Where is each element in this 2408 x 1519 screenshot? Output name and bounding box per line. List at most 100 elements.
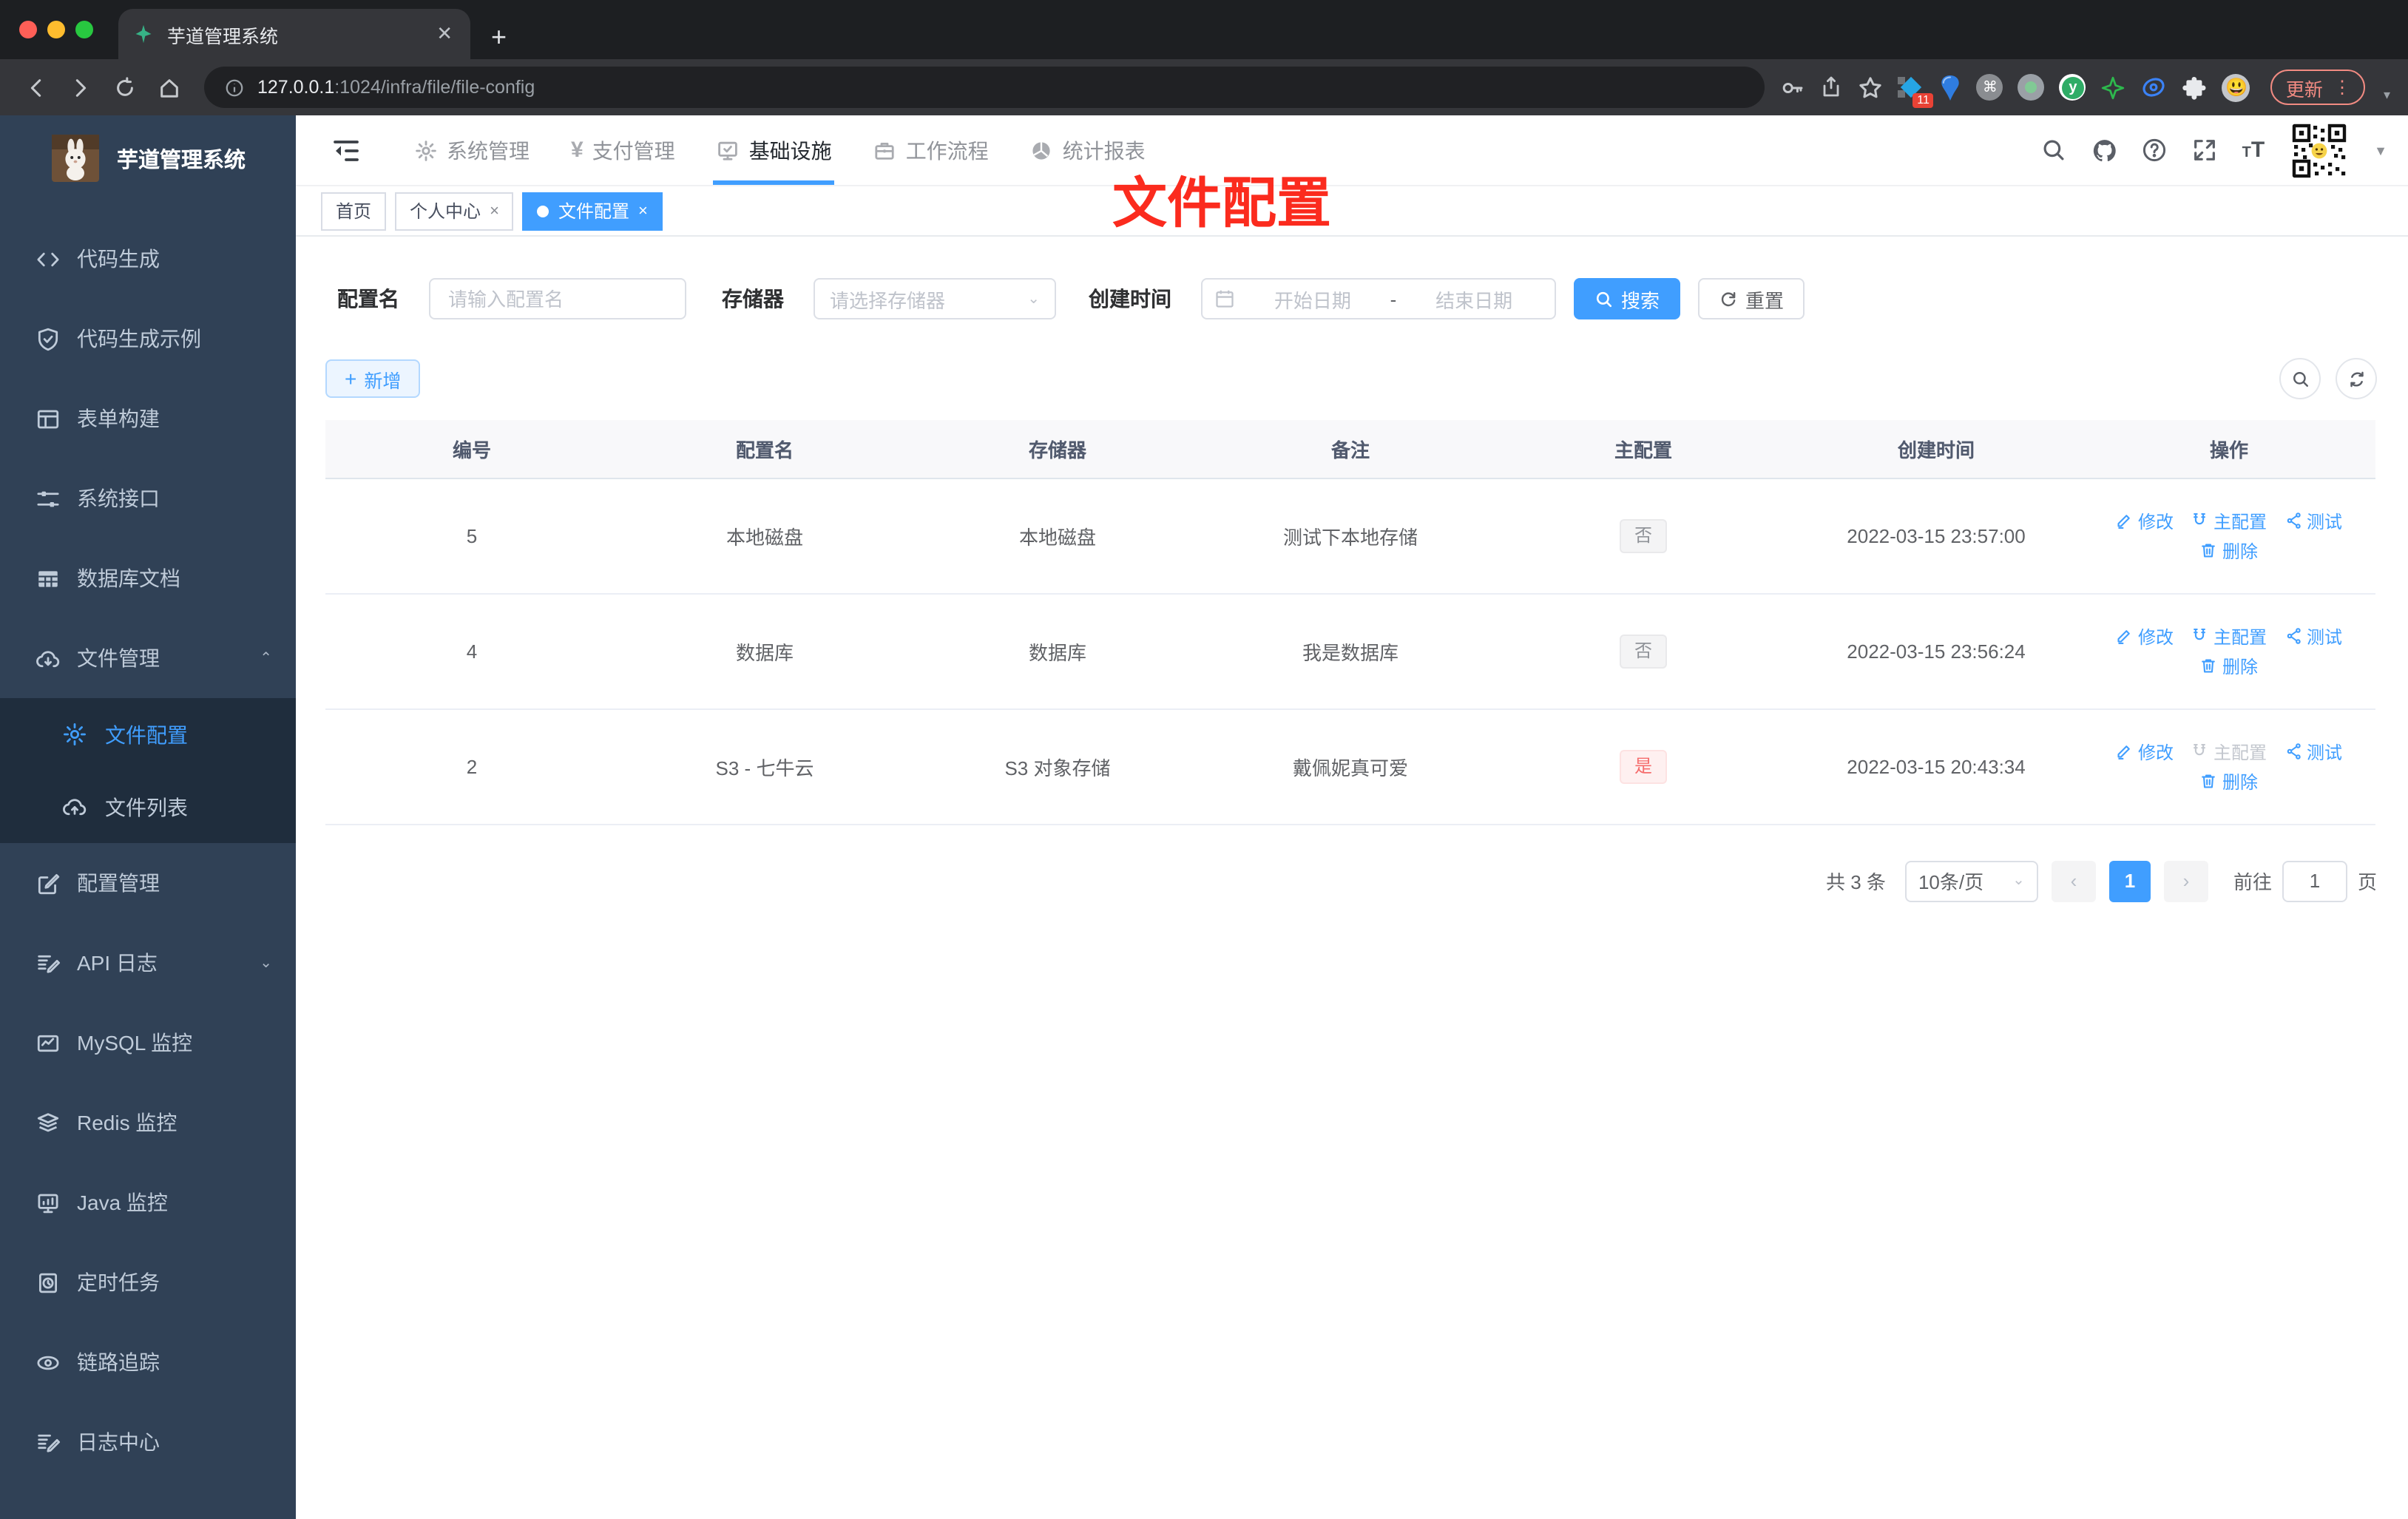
master-link[interactable]: 主配置 xyxy=(2191,623,2267,649)
close-icon[interactable]: × xyxy=(490,202,499,220)
refresh-icon xyxy=(1719,289,1738,308)
site-info-icon[interactable] xyxy=(225,78,244,97)
sidebar-item-code-gen-demo[interactable]: 代码生成示例 xyxy=(0,299,296,379)
sidebar-item-system-api[interactable]: 系统接口 xyxy=(0,459,296,538)
reload-icon[interactable] xyxy=(104,76,145,98)
name-filter-input[interactable] xyxy=(445,286,670,311)
topnav-pay[interactable]: ¥ 支付管理 xyxy=(568,115,678,186)
delete-link[interactable]: 删除 xyxy=(2200,768,2258,794)
traffic-close-button[interactable] xyxy=(19,21,37,38)
puzzle-icon[interactable] xyxy=(2182,75,2208,100)
topnav-system[interactable]: 系统管理 xyxy=(411,115,532,186)
edit-link[interactable]: 修改 xyxy=(2116,508,2174,533)
sidebar-item-log-center[interactable]: 日志中心 xyxy=(0,1402,296,1482)
name-filter-field[interactable] xyxy=(429,278,686,319)
sliders-icon xyxy=(35,486,61,511)
edit-link[interactable]: 修改 xyxy=(2116,623,2174,649)
prev-page-button[interactable]: ‹ xyxy=(2051,860,2096,901)
tag-file-config[interactable]: 文件配置 × xyxy=(522,192,663,230)
sidebar-item-db-doc[interactable]: 数据库文档 xyxy=(0,538,296,618)
help-icon[interactable] xyxy=(2142,138,2167,163)
sidebar-item-api-log[interactable]: API 日志 ⌄ xyxy=(0,923,296,1003)
traffic-minimize-button[interactable] xyxy=(47,21,65,38)
tab-close-icon[interactable]: ✕ xyxy=(433,22,456,46)
delete-link[interactable]: 删除 xyxy=(2200,653,2258,678)
url-bar[interactable]: 127.0.0.1:1024/infra/file/file-config xyxy=(204,67,1765,108)
command-icon[interactable]: ⌘ xyxy=(1976,74,2003,101)
browser-tab[interactable]: 芋道管理系统 ✕ xyxy=(118,9,470,59)
table-row: 4 数据库 数据库 我是数据库 否 2022-03-15 23:56:24 修改… xyxy=(325,593,2375,709)
caret-down-icon[interactable]: ▼ xyxy=(2374,143,2387,158)
pencil-icon xyxy=(2116,512,2134,530)
sidebar-item-java-monitor[interactable]: Java 监控 xyxy=(0,1163,296,1242)
date-end-placeholder[interactable]: 结束日期 xyxy=(1405,285,1543,313)
master-link[interactable]: 主配置 xyxy=(2191,508,2267,533)
topnav-infra[interactable]: 基础设施 xyxy=(713,115,835,186)
magnet-icon xyxy=(2191,627,2209,645)
tag-profile[interactable]: 个人中心 × xyxy=(395,192,514,230)
tag-home[interactable]: 首页 xyxy=(321,192,387,230)
edit-link[interactable]: 修改 xyxy=(2116,739,2174,764)
sidebar-item-form-builder[interactable]: 表单构建 xyxy=(0,379,296,459)
sidebar-item-cron-job[interactable]: 定时任务 xyxy=(0,1242,296,1322)
page-size-select[interactable]: 10条/页 ⌄ xyxy=(1904,860,2038,901)
password-key-icon[interactable] xyxy=(1780,75,1805,100)
add-button[interactable]: + 新增 xyxy=(325,359,421,398)
fullscreen-icon[interactable] xyxy=(2192,138,2217,163)
y-extension-icon[interactable]: y xyxy=(2059,74,2086,101)
topnav-workflow[interactable]: 工作流程 xyxy=(870,115,992,186)
eye-icon xyxy=(35,1350,61,1375)
sidebar-item-config-manage[interactable]: 配置管理 xyxy=(0,843,296,923)
col-name: 配置名 xyxy=(618,420,911,478)
share-icon[interactable] xyxy=(1820,75,1844,99)
sidebar-item-code-gen[interactable]: 代码生成 xyxy=(0,219,296,299)
font-size-icon[interactable]: TT xyxy=(2242,139,2265,161)
date-range-picker[interactable]: 开始日期 - 结束日期 xyxy=(1201,278,1556,319)
test-link[interactable]: 测试 xyxy=(2284,739,2342,764)
toolbar-caret-icon[interactable]: ▾ xyxy=(2384,87,2390,104)
back-icon[interactable] xyxy=(15,76,56,98)
refresh-button[interactable] xyxy=(2336,358,2377,399)
search-button[interactable]: 搜索 xyxy=(1574,278,1681,319)
test-link[interactable]: 测试 xyxy=(2284,508,2342,533)
browser-update-button[interactable]: 更新 ⋮ xyxy=(2270,70,2366,105)
sidebar-item-redis-monitor[interactable]: Redis 监控 xyxy=(0,1083,296,1163)
delete-link[interactable]: 删除 xyxy=(2200,538,2258,563)
sidebar-item-trace[interactable]: 链路追踪 xyxy=(0,1322,296,1402)
home-icon[interactable] xyxy=(148,76,189,98)
pin-icon[interactable] xyxy=(1940,75,1962,100)
test-link[interactable]: 测试 xyxy=(2284,623,2342,649)
traffic-zoom-button[interactable] xyxy=(75,21,93,38)
new-tab-button[interactable]: + xyxy=(491,24,507,50)
master-badge: 是 xyxy=(1619,749,1667,783)
bookmark-star-icon[interactable] xyxy=(1859,75,1884,100)
pinned-widget-icon[interactable]: 11 xyxy=(1898,74,1934,108)
browser-menu-icon[interactable]: ⋮ xyxy=(2333,77,2351,98)
sidebar-item-mysql-monitor[interactable]: MySQL 监控 xyxy=(0,1003,296,1083)
calendar-icon xyxy=(1214,288,1235,309)
page-number-1[interactable]: 1 xyxy=(2108,860,2151,901)
collapse-sidebar-icon[interactable] xyxy=(331,135,361,165)
forward-icon[interactable] xyxy=(59,76,101,98)
eye-extension-icon[interactable] xyxy=(2141,74,2168,101)
next-page-button[interactable]: › xyxy=(2163,860,2208,901)
toggle-search-button[interactable] xyxy=(2279,358,2321,399)
sidebar-item-file-list[interactable]: 文件列表 xyxy=(0,771,296,843)
sidebar-item-file-manage[interactable]: 文件管理 ⌃ xyxy=(0,618,296,698)
sidebar-menu: 代码生成 代码生成示例 表单构建 系统接口 数据库文档 文件管理 ⌃ 文件配置 … xyxy=(0,219,296,1482)
date-start-placeholder[interactable]: 开始日期 xyxy=(1244,285,1381,313)
sidebar-item-file-config[interactable]: 文件配置 xyxy=(0,698,296,771)
sidebar-logo-row[interactable]: 芋道管理系统 xyxy=(0,121,296,195)
profile-emoji-icon[interactable]: 😃 xyxy=(2222,73,2250,101)
search-icon[interactable] xyxy=(2041,138,2066,163)
star-extension-icon[interactable] xyxy=(2101,75,2126,100)
master-link-disabled: 主配置 xyxy=(2191,739,2267,764)
storage-filter-select[interactable]: 请选择存储器 ⌄ xyxy=(814,278,1056,319)
reset-button[interactable]: 重置 xyxy=(1698,278,1805,319)
avatar[interactable] xyxy=(2290,121,2350,180)
cloud-upload-icon xyxy=(62,794,87,819)
close-icon[interactable]: × xyxy=(638,202,648,220)
github-icon[interactable] xyxy=(2091,138,2117,163)
recorder-icon[interactable] xyxy=(2018,74,2045,101)
goto-page-input[interactable] xyxy=(2282,860,2347,901)
